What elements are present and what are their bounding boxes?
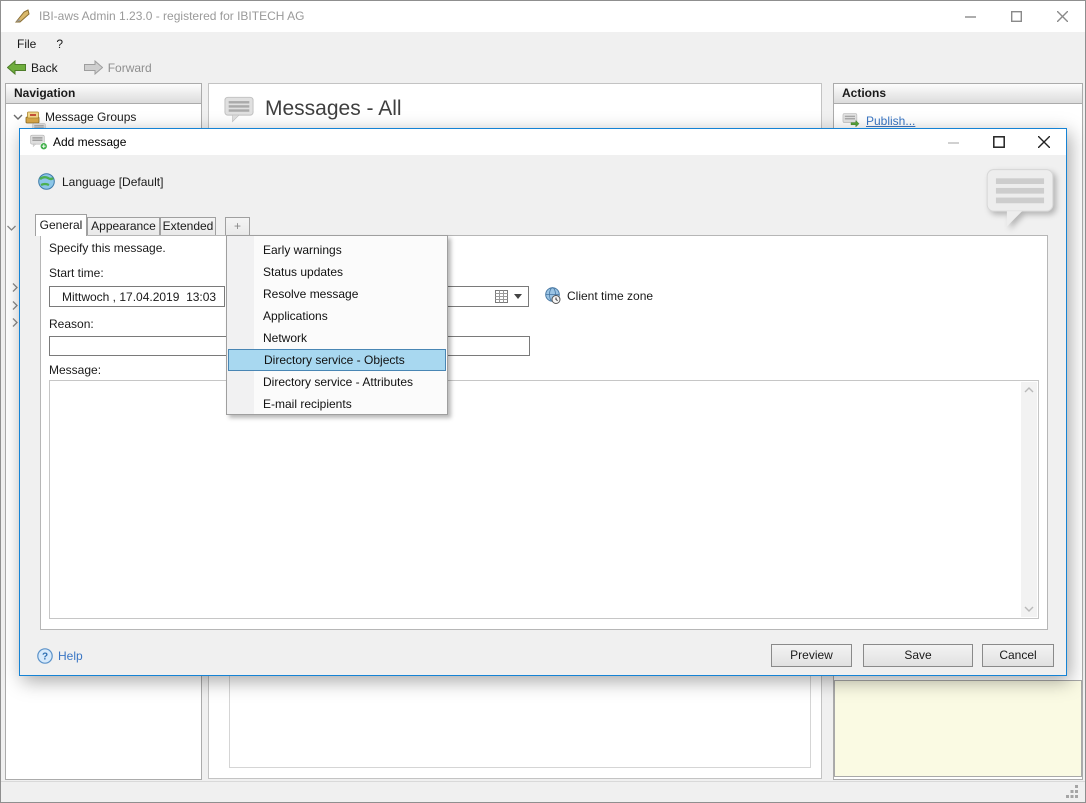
minimize-icon[interactable] [931,129,976,155]
maximize-icon[interactable] [993,1,1039,32]
window-title: IBI-aws Admin 1.23.0 - registered for IB… [39,9,304,23]
menu-item-status-updates[interactable]: Status updates [227,261,447,283]
message-textarea[interactable] [49,380,1039,619]
sidebar-item-message-groups[interactable]: Message Groups [6,108,136,126]
dialog-controls [931,129,1066,155]
tab-add-template[interactable]: + [225,217,250,235]
minimize-icon[interactable] [947,1,993,32]
close-icon[interactable] [1039,1,1085,32]
help-icon: ? [37,648,53,664]
close-icon[interactable] [1021,129,1066,155]
resize-grip[interactable] [1066,785,1079,798]
time-zone-globe-icon [544,287,561,304]
forward-arrow-icon [84,60,103,75]
start-time-label: Start time: [49,266,104,280]
chevron-down-icon[interactable] [11,112,25,122]
menu-bar: File ? [1,32,1085,56]
menu-file[interactable]: File [7,34,46,54]
publish-link[interactable]: Publish... [842,113,915,128]
scroll-up-icon[interactable] [1024,387,1034,393]
back-arrow-icon [7,60,26,75]
status-bar [1,781,1085,802]
dialog-title: Add message [53,135,126,149]
tab-extended[interactable]: Extended [160,217,216,235]
globe-icon [38,173,55,190]
intro-text: Specify this message. [49,241,166,255]
menu-item-network[interactable]: Network [227,327,447,349]
app-window: IBI-aws Admin 1.23.0 - registered for IB… [0,0,1086,803]
message-watermark-icon [985,167,1055,229]
template-category-menu: Early warnings Status updates Resolve me… [226,235,448,415]
reason-label: Reason: [49,317,94,331]
add-message-dialog: Add message Language [Default] [19,128,1067,676]
language-label: Language [Default] [62,175,163,189]
window-controls [947,1,1085,32]
language-selector[interactable]: Language [Default] [38,173,163,190]
chevron-down-icon[interactable] [6,223,17,233]
help-link[interactable]: ? Help [37,648,83,664]
client-time-zone-label: Client time zone [567,289,653,303]
maximize-icon[interactable] [976,129,1021,155]
menu-item-directory-service-objects[interactable]: Directory service - Objects [228,349,446,371]
page-title: Messages - All [265,97,402,121]
svg-text:?: ? [42,652,48,663]
messages-icon [224,96,254,123]
forward-label: Forward [108,61,152,75]
textarea-scrollbar[interactable] [1021,382,1037,617]
back-label: Back [31,61,58,75]
action-description-box [834,680,1082,777]
menu-help[interactable]: ? [46,34,73,54]
menu-item-resolve-message[interactable]: Resolve message [227,283,447,305]
navigation-header: Navigation [6,84,201,104]
help-label: Help [58,649,83,663]
menu-item-directory-service-attributes[interactable]: Directory service - Attributes [227,371,447,393]
menu-item-early-warnings[interactable]: Early warnings [227,239,447,261]
scroll-down-icon[interactable] [1024,606,1034,612]
preview-button[interactable]: Preview [771,644,852,667]
publish-icon [842,113,860,128]
calendar-dropdown-button[interactable] [495,290,522,303]
save-button[interactable]: Save [863,644,973,667]
app-icon [14,9,31,25]
forward-button[interactable]: Forward [78,58,158,77]
add-message-icon [30,134,48,151]
tab-appearance[interactable]: Appearance [87,217,160,235]
start-time-picker[interactable]: Mittwoch , 17.04.2019 13:03 [49,286,225,307]
cancel-button[interactable]: Cancel [982,644,1054,667]
back-button[interactable]: Back [1,58,64,77]
tab-general[interactable]: General [35,214,87,236]
message-groups-label: Message Groups [45,110,136,124]
window-titlebar: IBI-aws Admin 1.23.0 - registered for IB… [1,1,1085,32]
menu-item-applications[interactable]: Applications [227,305,447,327]
dialog-titlebar: Add message [20,129,1066,155]
client-time-zone: Client time zone [544,287,653,304]
calendar-icon [495,290,508,303]
menu-item-email-recipients[interactable]: E-mail recipients [227,393,447,415]
tool-bar: Back Forward [1,56,1085,79]
publish-label: Publish... [866,114,915,128]
message-label: Message: [49,363,101,377]
chevron-down-icon [514,294,522,299]
actions-header: Actions [834,84,1082,104]
